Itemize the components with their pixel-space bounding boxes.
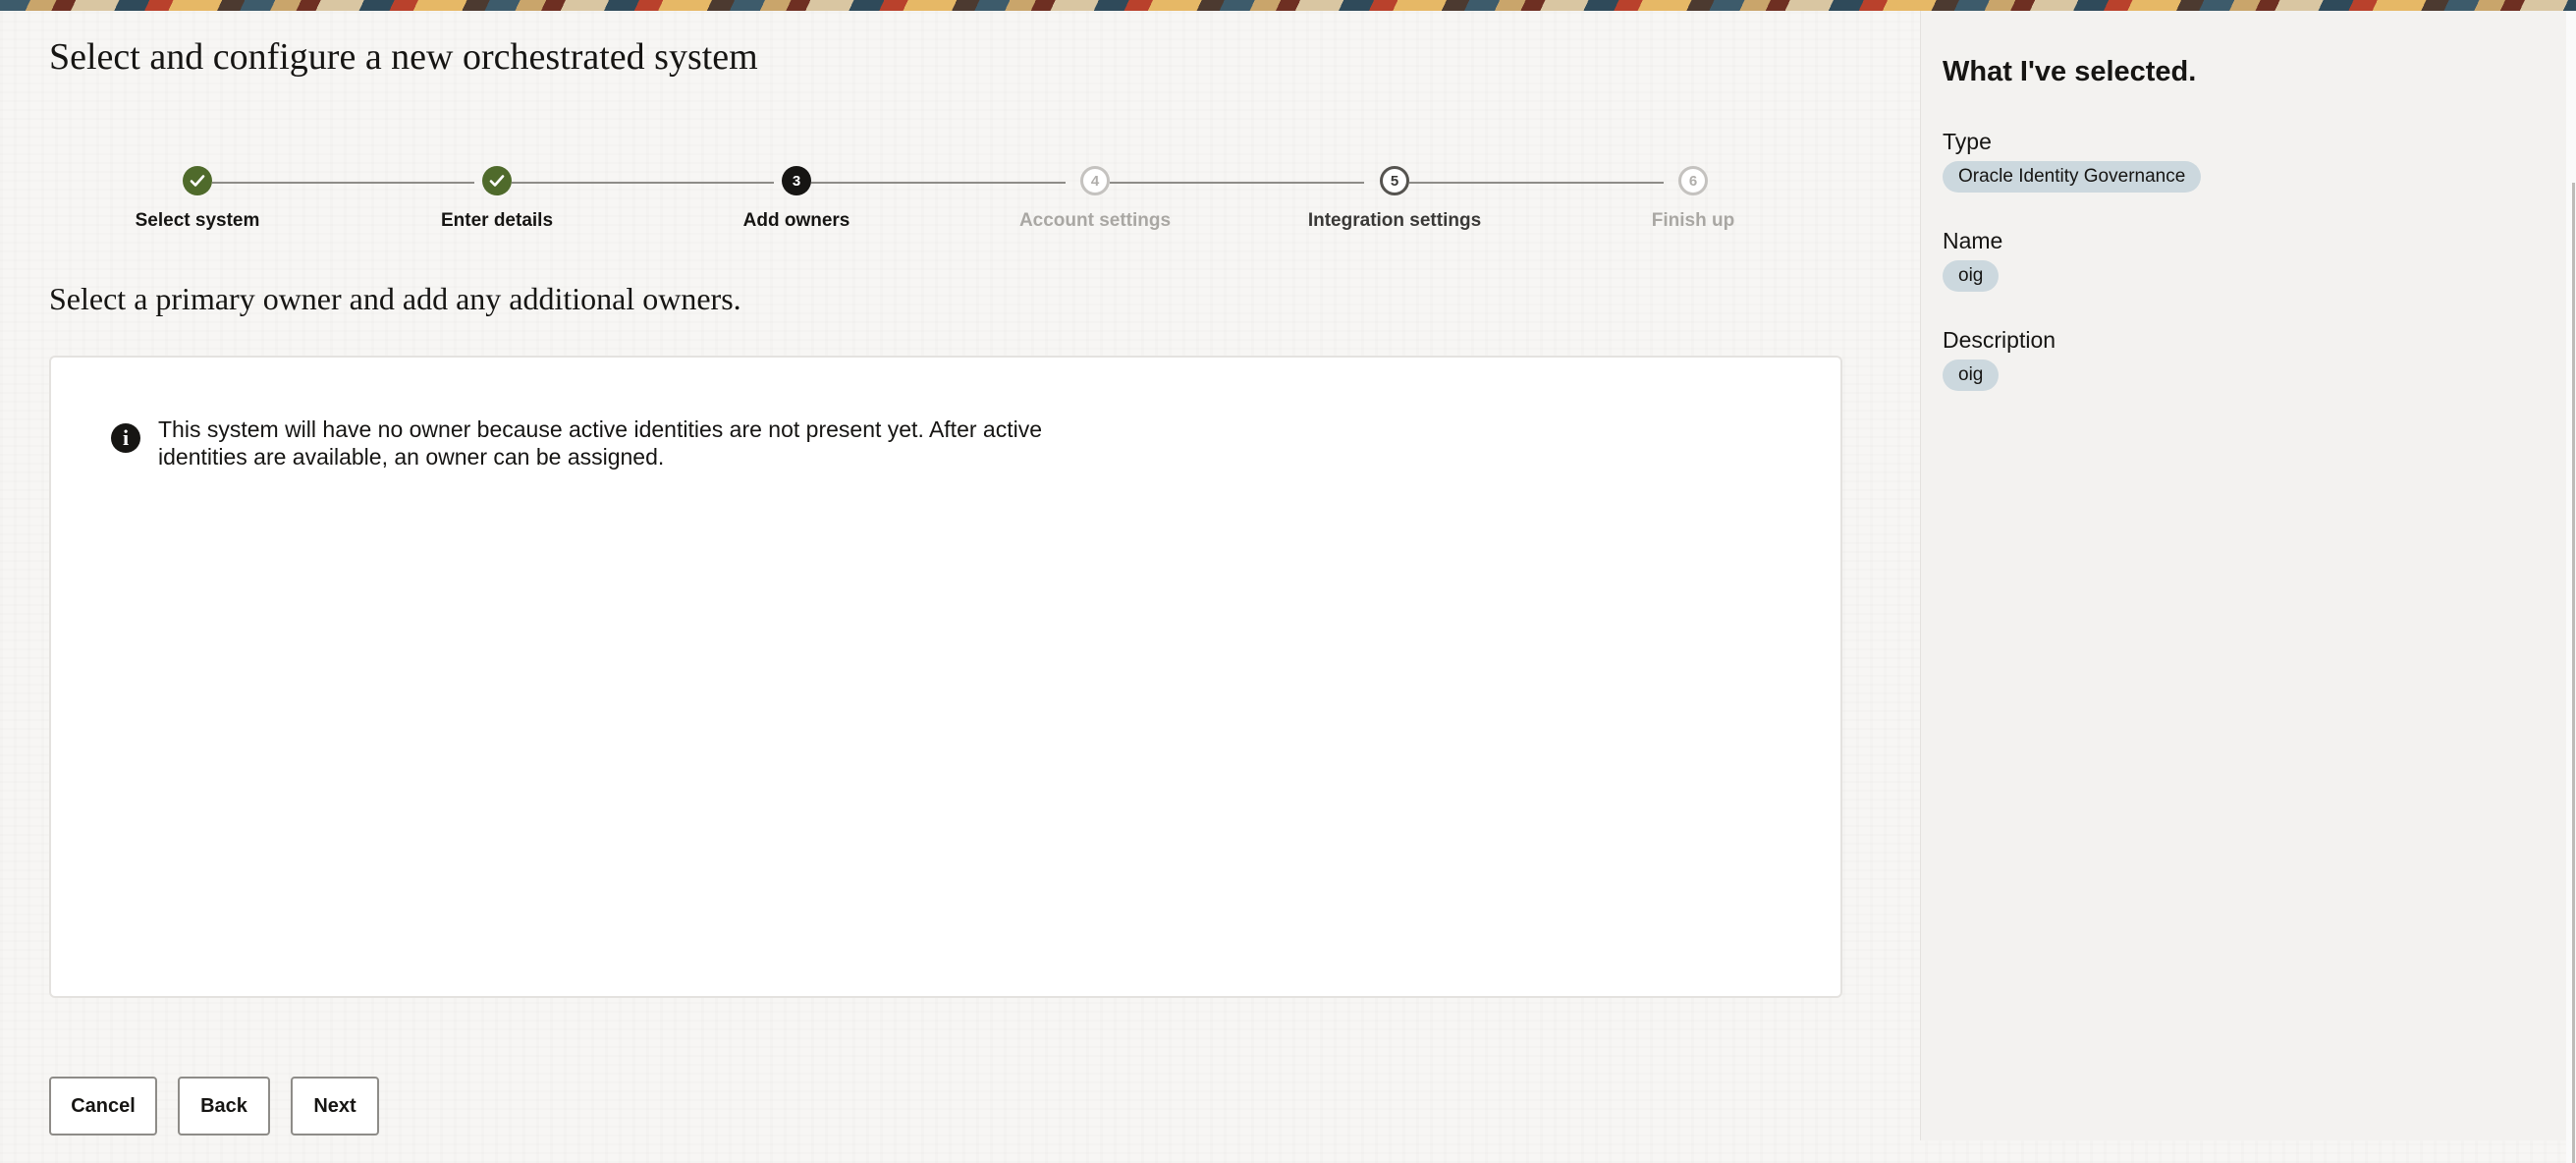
step-label: Finish up <box>1651 210 1735 231</box>
scrollbar[interactable] <box>2566 11 2576 1163</box>
summary-type: Type Oracle Identity Governance <box>1943 129 2202 193</box>
cancel-button[interactable]: Cancel <box>49 1077 157 1135</box>
train-step-account-settings: 4 Account settings <box>948 166 1242 232</box>
train-step-integration-settings[interactable]: 5 Integration settings <box>1247 166 1542 232</box>
section-heading: Select a primary owner and add any addit… <box>49 281 741 316</box>
description-label: Description <box>1943 327 2056 353</box>
step-number: 6 <box>1678 166 1708 195</box>
type-label: Type <box>1943 129 1992 154</box>
step-label: Enter details <box>440 210 554 231</box>
main-content: Select and configure a new orchestrated … <box>0 11 1920 1163</box>
summary-name: Name oig <box>1943 228 2002 292</box>
type-chip: Oracle Identity Governance <box>1943 161 2202 193</box>
info-icon: i <box>111 423 140 453</box>
step-number: 3 <box>782 166 811 195</box>
info-message: This system will have no owner because a… <box>158 416 1042 470</box>
description-chip: oig <box>1943 360 2000 391</box>
step-label: Select system <box>135 210 260 231</box>
selection-summary-panel: What I've selected. Type Oracle Identity… <box>1920 11 2566 1140</box>
name-chip: oig <box>1943 260 2000 292</box>
train-step-select-system[interactable]: Select system <box>50 166 345 232</box>
progress-train: Select system Enter details 3 Add owners… <box>0 151 1866 249</box>
step-number: 4 <box>1080 166 1110 195</box>
back-button[interactable]: Back <box>178 1077 270 1135</box>
owners-panel: i This system will have no owner because… <box>49 356 1842 998</box>
step-label: Add owners <box>742 210 850 231</box>
checkmark-icon <box>183 166 212 195</box>
next-button[interactable]: Next <box>291 1077 379 1135</box>
step-label: Integration settings <box>1307 210 1482 231</box>
summary-title: What I've selected. <box>1943 56 2197 87</box>
scrollbar-thumb[interactable] <box>2572 183 2575 1163</box>
page-title: Select and configure a new orchestrated … <box>49 36 758 78</box>
train-step-add-owners[interactable]: 3 Add owners <box>649 166 944 232</box>
summary-description: Description oig <box>1943 327 2055 391</box>
decorative-banner <box>0 0 2576 11</box>
train-step-enter-details[interactable]: Enter details <box>350 166 644 232</box>
name-label: Name <box>1943 228 2003 253</box>
step-number: 5 <box>1380 166 1409 195</box>
checkmark-icon <box>482 166 512 195</box>
train-step-finish-up: 6 Finish up <box>1546 166 1840 232</box>
step-label: Account settings <box>1018 210 1172 231</box>
